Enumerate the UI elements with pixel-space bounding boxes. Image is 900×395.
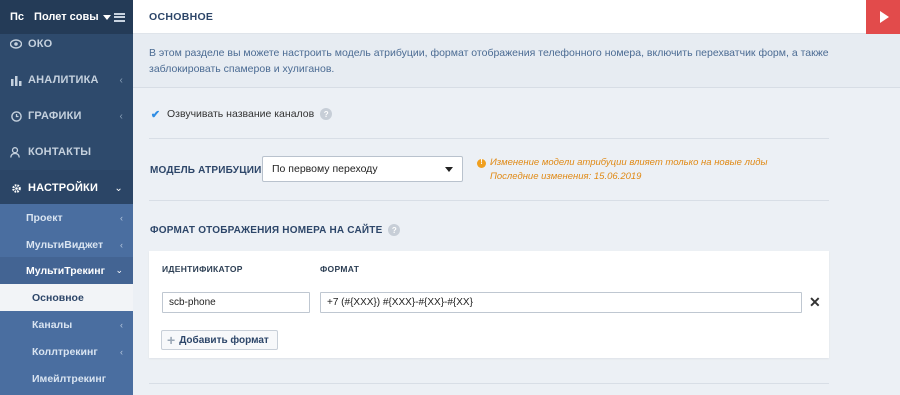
submenu-item-main[interactable]: Основное	[0, 284, 133, 311]
add-format-button[interactable]: + Добавить формат	[161, 330, 278, 350]
last-change-text: Последние изменения: 15.06.2019	[490, 171, 642, 182]
chevron-down-icon: ⌄	[115, 265, 123, 275]
page-title: ОСНОВНОЕ	[149, 10, 214, 23]
settings-submenu: Проект ‹ МультиВиджет ‹ МультиТрекинг ⌄ …	[0, 204, 133, 395]
help-icon[interactable]: ?	[320, 108, 333, 120]
avatar: Пс	[10, 11, 25, 23]
chevron-down-icon: ⌄	[114, 182, 123, 194]
gear-icon	[10, 182, 22, 194]
close-icon[interactable]: ✕	[809, 294, 821, 311]
attribution-warning: ! Изменение модели атрибуции влияет толь…	[477, 156, 767, 184]
format-table: ИДЕНТИФИКАТОР ФОРМАТ scb-phone +7 (#{XXX…	[149, 251, 829, 358]
submenu-item-channels[interactable]: Каналы ‹	[0, 311, 133, 338]
submenu-item-calltracking[interactable]: Коллтрекинг ‹	[0, 338, 133, 365]
column-header-format: ФОРМАТ	[320, 264, 360, 274]
sidebar-item-label: ОКО	[28, 38, 53, 50]
chevron-left-icon: ‹	[120, 212, 123, 223]
project-name[interactable]: Полет совы	[34, 11, 99, 23]
submenu-item-label: Проект	[26, 211, 63, 224]
section-description: В этом разделе вы можете настроить модел…	[133, 34, 900, 88]
chevron-left-icon: ‹	[120, 346, 123, 357]
submenu-item-label: МультиВиджет	[26, 238, 104, 251]
page-header: ОСНОВНОЕ	[133, 0, 900, 34]
help-icon[interactable]: ?	[388, 224, 401, 236]
chevron-left-icon: ‹	[120, 319, 123, 330]
plus-icon: +	[167, 332, 176, 348]
sidebar: Пс Полет совы ОКО АНАЛИТИКА ‹ ГРАФИКИ ‹ …	[0, 0, 133, 395]
sidebar-item-analytics[interactable]: АНАЛИТИКА ‹	[0, 62, 133, 98]
submenu-item-emailtracking[interactable]: Имейлтрекинг	[0, 365, 133, 392]
warning-icon: !	[477, 158, 486, 168]
column-header-identifier: ИДЕНТИФИКАТОР	[162, 264, 243, 274]
submenu-item-label: МультиТрекинг	[26, 264, 105, 277]
description-text: В этом разделе вы можете настроить модел…	[149, 47, 829, 75]
chevron-left-icon: ‹	[119, 74, 123, 86]
sidebar-item-oko[interactable]: ОКО	[0, 27, 133, 61]
checkbox-label[interactable]: Озвучивать название каналов	[167, 108, 314, 120]
submenu-item-multitracking[interactable]: МультиТрекинг ⌄	[0, 257, 133, 284]
attribution-label: МОДЕЛЬ АТРИБУЦИИ:	[150, 165, 266, 176]
sidebar-item-settings[interactable]: НАСТРОЙКИ ⌄	[0, 170, 133, 206]
chevron-down-icon[interactable]	[102, 14, 111, 20]
settings-content: ✔ Озвучивать название каналов ? МОДЕЛЬ А…	[133, 88, 900, 395]
play-button[interactable]	[866, 0, 900, 34]
chevron-left-icon: ‹	[120, 239, 123, 250]
warning-text: Изменение модели атрибуции влияет только…	[490, 157, 768, 168]
play-icon	[879, 11, 889, 23]
attribution-select-value: По первому переходу	[272, 163, 378, 175]
add-format-label: Добавить формат	[179, 334, 269, 346]
sidebar-item-contacts[interactable]: КОНТАКТЫ	[0, 134, 133, 170]
checkmark-icon[interactable]: ✔	[150, 109, 161, 121]
voice-channels-option[interactable]: ✔ Озвучивать название каналов ?	[150, 108, 333, 121]
submenu-item-label: Каналы	[32, 318, 73, 331]
menu-icon[interactable]	[114, 12, 125, 22]
chevron-left-icon: ‹	[119, 110, 123, 122]
divider	[149, 200, 829, 201]
sidebar-item-label: КОНТАКТЫ	[28, 146, 92, 158]
section-title-text: ФОРМАТ ОТОБРАЖЕНИЯ НОМЕРА НА САЙТЕ	[150, 224, 383, 236]
submenu-item-label: Имейлтрекинг	[32, 372, 107, 385]
bar-chart-icon	[10, 74, 22, 86]
format-section-title: ФОРМАТ ОТОБРАЖЕНИЯ НОМЕРА НА САЙТЕ ?	[150, 224, 401, 236]
format-input[interactable]: +7 (#{XXX}) #{XXX}-#{XX}-#{XX}	[320, 292, 802, 313]
attribution-select[interactable]: По первому переходу	[262, 156, 463, 182]
submenu-item-project[interactable]: Проект ‹	[0, 204, 133, 231]
sidebar-item-graphs[interactable]: ГРАФИКИ ‹	[0, 98, 133, 134]
submenu-item-label: Коллтрекинг	[32, 345, 98, 358]
eye-icon	[10, 38, 22, 50]
sidebar-item-label: АНАЛИТИКА	[28, 74, 99, 86]
clock-icon	[10, 110, 22, 122]
divider	[149, 138, 829, 139]
chevron-down-icon	[445, 167, 453, 172]
sidebar-item-label: НАСТРОЙКИ	[28, 182, 99, 194]
users-icon	[10, 146, 22, 158]
submenu-item-multiwidget[interactable]: МультиВиджет ‹	[0, 231, 133, 258]
identifier-input[interactable]: scb-phone	[162, 292, 310, 313]
divider	[149, 383, 829, 384]
submenu-item-label: Основное	[32, 291, 84, 304]
sidebar-item-label: ГРАФИКИ	[28, 110, 82, 122]
